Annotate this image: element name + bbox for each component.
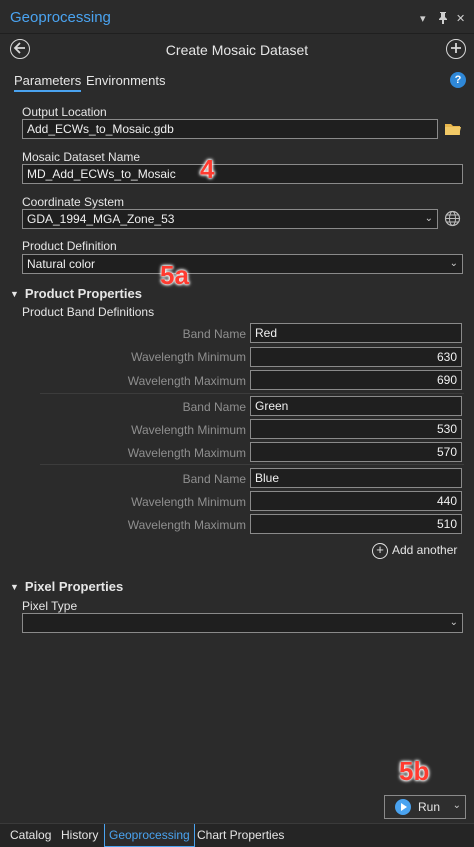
product-definition-value: Natural color — [27, 257, 96, 271]
add-another-button[interactable]: + Add another — [372, 543, 457, 559]
chevron-down-icon: ⌄ — [449, 258, 458, 269]
add-circle-icon[interactable] — [446, 39, 466, 59]
wavelength-max-input[interactable]: 510 — [250, 514, 462, 534]
wavelength-min-input[interactable]: 440 — [250, 491, 462, 511]
collapse-chevron-icon: ▼ — [10, 582, 19, 592]
globe-icon[interactable] — [444, 210, 461, 230]
run-play-icon — [395, 799, 411, 815]
pixel-type-label: Pixel Type — [22, 599, 78, 613]
wavelength-min-label: Wavelength Minimum — [131, 495, 246, 509]
run-button[interactable]: Run ⌄ — [384, 795, 466, 819]
close-icon[interactable]: ✕ — [456, 12, 465, 25]
wavelength-min-label: Wavelength Minimum — [131, 350, 246, 364]
chevron-down-icon: ⌄ — [449, 617, 458, 628]
pane-menu-icon[interactable]: ▾ — [420, 12, 426, 25]
help-icon[interactable]: ? — [450, 72, 466, 88]
chevron-down-icon: ⌄ — [424, 213, 433, 224]
collapse-chevron-icon: ▼ — [10, 289, 19, 299]
wavelength-max-input[interactable]: 690 — [250, 370, 462, 390]
parameter-tabs: Parameters Environments — [0, 68, 474, 94]
pixel-type-select[interactable]: ⌄ — [22, 613, 463, 633]
tab-environments[interactable]: Environments — [86, 73, 165, 88]
tab-chart-properties[interactable]: Chart Properties — [193, 824, 288, 847]
band-name-input[interactable]: Green — [250, 396, 462, 416]
output-location-label: Output Location — [22, 105, 107, 119]
band-name-label: Band Name — [182, 472, 246, 486]
annotation-5b: 5b — [399, 756, 430, 786]
band-name-label: Band Name — [182, 327, 246, 341]
annotation-5a: 5a — [160, 260, 189, 290]
mosaic-name-field[interactable]: MD_Add_ECWs_to_Mosaic — [22, 164, 463, 184]
add-another-label: Add another — [392, 543, 458, 558]
pane-title: Geoprocessing — [10, 9, 111, 26]
pixel-properties-title: Pixel Properties — [24, 579, 124, 594]
wavelength-max-label: Wavelength Maximum — [127, 374, 246, 388]
wavelength-min-input[interactable]: 530 — [250, 419, 462, 439]
band-divider — [40, 464, 464, 465]
band-name-input[interactable]: Blue — [250, 468, 462, 488]
wavelength-max-label: Wavelength Maximum — [127, 446, 246, 460]
coordinate-system-label: Coordinate System — [22, 195, 125, 209]
coordinate-system-select[interactable]: GDA_1994_MGA_Zone_53 ⌄ — [22, 209, 438, 229]
chevron-down-icon[interactable]: ⌄ — [453, 800, 461, 811]
band-definitions-heading: Product Band Definitions — [22, 305, 155, 319]
tab-catalog[interactable]: Catalog — [6, 824, 55, 847]
band-divider — [40, 393, 464, 394]
band-name-label: Band Name — [182, 400, 246, 414]
run-label: Run — [418, 800, 441, 814]
bottom-tab-bar: Catalog History Geoprocessing Chart Prop… — [0, 823, 474, 847]
tab-parameters[interactable]: Parameters — [14, 73, 82, 92]
coordinate-system-value: GDA_1994_MGA_Zone_53 — [27, 212, 175, 226]
pane-titlebar: Geoprocessing ▾ ✕ — [0, 0, 474, 34]
product-definition-select[interactable]: Natural color ⌄ — [22, 254, 463, 274]
wavelength-min-label: Wavelength Minimum — [131, 423, 246, 437]
tab-history[interactable]: History — [57, 824, 102, 847]
pin-icon[interactable] — [438, 12, 448, 27]
wavelength-max-input[interactable]: 570 — [250, 442, 462, 462]
pixel-properties-header[interactable]: ▼ Pixel Properties — [10, 579, 123, 594]
band-name-input[interactable]: Red — [250, 323, 462, 343]
add-circle-icon: + — [372, 543, 388, 559]
product-definition-label: Product Definition — [22, 239, 117, 253]
product-properties-title: Product Properties — [24, 286, 142, 301]
tool-title: Create Mosaic Dataset — [165, 42, 309, 58]
tab-geoprocessing[interactable]: Geoprocessing — [104, 824, 195, 847]
wavelength-max-label: Wavelength Maximum — [127, 518, 246, 532]
tool-header: Create Mosaic Dataset — [0, 34, 474, 66]
product-properties-header[interactable]: ▼ Product Properties — [10, 286, 142, 301]
annotation-4: 4 — [200, 154, 215, 184]
wavelength-min-input[interactable]: 630 — [250, 347, 462, 367]
mosaic-name-label: Mosaic Dataset Name — [22, 150, 141, 164]
folder-icon[interactable] — [445, 122, 461, 138]
output-location-field[interactable]: Add_ECWs_to_Mosaic.gdb — [22, 119, 438, 139]
